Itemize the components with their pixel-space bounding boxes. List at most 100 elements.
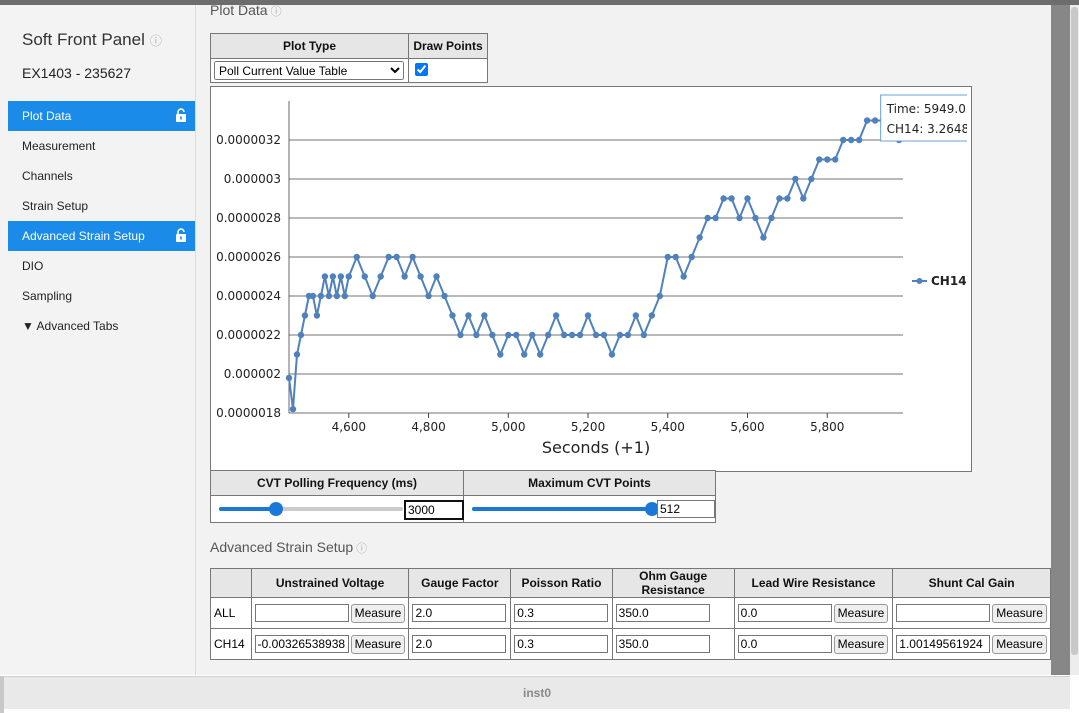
- data-point[interactable]: [632, 312, 640, 319]
- data-point[interactable]: [847, 136, 855, 144]
- data-point[interactable]: [329, 273, 337, 280]
- data-point[interactable]: [568, 331, 576, 339]
- poisson-input[interactable]: [514, 604, 609, 622]
- data-point[interactable]: [640, 331, 648, 339]
- data-point[interactable]: [704, 214, 711, 222]
- ohm-input[interactable]: [615, 635, 710, 653]
- data-point[interactable]: [313, 312, 321, 319]
- data-point[interactable]: [672, 253, 679, 261]
- data-point[interactable]: [481, 312, 488, 319]
- data-point[interactable]: [505, 331, 512, 339]
- data-point[interactable]: [465, 312, 472, 319]
- data-point[interactable]: [325, 292, 333, 300]
- data-point[interactable]: [600, 331, 608, 339]
- data-point[interactable]: [425, 292, 432, 300]
- data-point[interactable]: [592, 331, 600, 339]
- data-point[interactable]: [513, 331, 520, 339]
- data-point[interactable]: [385, 253, 392, 261]
- data-point[interactable]: [401, 273, 408, 280]
- data-point[interactable]: [301, 312, 309, 319]
- max-points-input[interactable]: [657, 500, 715, 518]
- data-point[interactable]: [863, 117, 871, 124]
- lead-input[interactable]: [737, 604, 832, 622]
- data-point[interactable]: [521, 351, 528, 358]
- measure-button[interactable]: Measure: [992, 634, 1047, 654]
- shunt-input[interactable]: [896, 635, 991, 653]
- unlock-icon[interactable]: [175, 108, 187, 122]
- data-point[interactable]: [768, 214, 775, 222]
- data-point[interactable]: [584, 312, 592, 319]
- unstrained-input[interactable]: [254, 635, 349, 653]
- sidebar-item-advanced-tabs[interactable]: ▼ Advanced Tabs: [8, 311, 195, 341]
- data-point[interactable]: [839, 136, 847, 144]
- line-chart[interactable]: 0.0000018 0.000002 0.0000022 0.0000024 0.000…: [215, 91, 967, 467]
- draw-points-checkbox[interactable]: [415, 62, 428, 76]
- data-point[interactable]: [544, 331, 552, 339]
- data-point[interactable]: [760, 234, 767, 241]
- sidebar-item-dio[interactable]: DIO: [8, 251, 195, 281]
- data-point[interactable]: [744, 195, 751, 202]
- data-point[interactable]: [552, 312, 560, 319]
- data-point[interactable]: [309, 292, 317, 300]
- data-point[interactable]: [560, 331, 568, 339]
- info-icon[interactable]: ⓘ: [271, 6, 282, 18]
- data-point[interactable]: [333, 292, 341, 300]
- data-point[interactable]: [441, 292, 448, 300]
- data-point[interactable]: [800, 195, 807, 202]
- data-point[interactable]: [409, 253, 416, 261]
- data-point[interactable]: [608, 351, 616, 358]
- sidebar-item-channels[interactable]: Channels: [8, 161, 195, 191]
- unstrained-input[interactable]: [254, 604, 349, 622]
- data-point[interactable]: [816, 156, 823, 163]
- data-point[interactable]: [624, 331, 632, 339]
- data-point[interactable]: [433, 273, 440, 280]
- data-point[interactable]: [832, 156, 839, 163]
- ohm-input[interactable]: [615, 604, 710, 622]
- cvt-freq-slider[interactable]: [214, 500, 464, 520]
- data-point[interactable]: [696, 234, 703, 241]
- data-point[interactable]: [457, 331, 464, 339]
- data-point[interactable]: [792, 175, 799, 183]
- data-point[interactable]: [656, 292, 663, 300]
- data-point[interactable]: [497, 351, 504, 358]
- data-point[interactable]: [289, 405, 297, 413]
- data-point[interactable]: [712, 214, 719, 222]
- measure-button[interactable]: Measure: [350, 634, 406, 654]
- shunt-input[interactable]: [896, 604, 991, 622]
- data-point[interactable]: [688, 253, 695, 261]
- data-point[interactable]: [369, 292, 376, 300]
- data-point[interactable]: [784, 195, 791, 202]
- data-point[interactable]: [664, 253, 671, 261]
- data-point[interactable]: [728, 195, 735, 202]
- data-point[interactable]: [449, 312, 456, 319]
- data-point[interactable]: [353, 253, 360, 261]
- series-line-ch14[interactable]: [288, 119, 900, 410]
- cvt-freq-input[interactable]: [404, 500, 464, 520]
- sidebar-item-strain-setup[interactable]: Strain Setup: [8, 191, 195, 221]
- data-point[interactable]: [529, 331, 536, 339]
- measure-button[interactable]: Measure: [833, 634, 889, 654]
- data-point[interactable]: [317, 292, 325, 300]
- data-point[interactable]: [648, 312, 656, 319]
- sidebar-item-advanced-strain-setup[interactable]: Advanced Strain Setup: [8, 221, 195, 251]
- data-point[interactable]: [321, 273, 329, 280]
- max-points-slider[interactable]: [467, 500, 715, 518]
- sidebar-item-sampling[interactable]: Sampling: [8, 281, 195, 311]
- measure-button[interactable]: Measure: [833, 603, 889, 623]
- cvt-freq-thumb[interactable]: [269, 502, 283, 516]
- data-point[interactable]: [776, 195, 783, 202]
- data-point[interactable]: [808, 175, 815, 183]
- measure-button[interactable]: Measure: [350, 603, 406, 623]
- scrollbar-thumb[interactable]: [1071, 7, 1078, 655]
- data-point[interactable]: [297, 331, 305, 339]
- data-point[interactable]: [341, 292, 349, 300]
- data-point[interactable]: [824, 156, 831, 163]
- data-point[interactable]: [736, 214, 743, 222]
- data-point[interactable]: [393, 253, 400, 261]
- data-point[interactable]: [345, 273, 353, 280]
- data-point[interactable]: [855, 136, 863, 144]
- data-point[interactable]: [752, 214, 759, 222]
- info-icon[interactable]: ⓘ: [150, 34, 162, 48]
- poisson-input[interactable]: [514, 635, 609, 653]
- sidebar-item-plot-data[interactable]: Plot Data: [8, 101, 195, 131]
